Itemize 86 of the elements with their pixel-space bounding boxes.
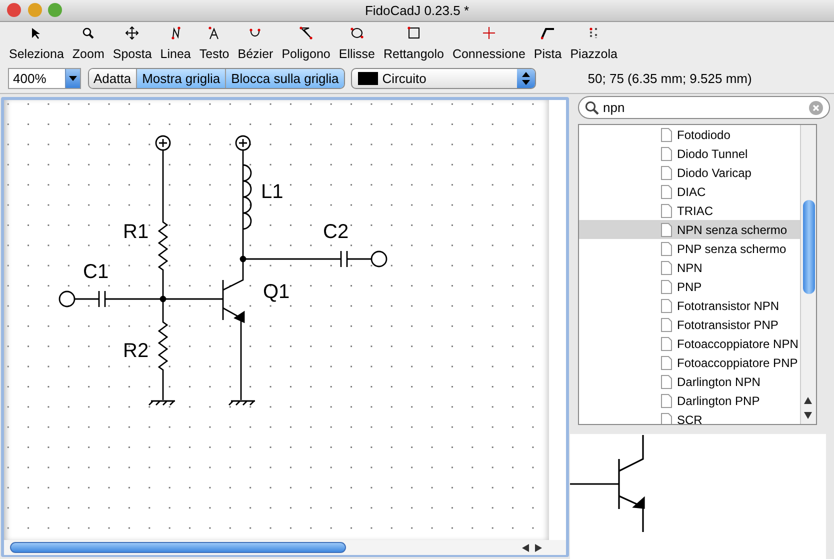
zoom-button[interactable] [48,3,62,17]
library-item[interactable]: SCR [579,410,801,424]
scroll-thumb[interactable] [803,200,815,294]
component-label: C2 [323,221,349,243]
cursor-coordinates: 50; 75 (6.35 mm; 9.525 mm) [588,70,752,88]
search-icon [585,100,599,114]
minimize-button[interactable] [28,3,42,17]
cross-icon [482,26,496,40]
view-toggle-button[interactable]: Adatta [88,69,136,88]
tool-button[interactable]: Poligono [280,26,332,60]
library-item[interactable]: NPN [579,258,801,277]
component-label: R1 [123,221,149,243]
document-icon [661,280,672,294]
document-icon [661,318,672,332]
tool-button[interactable]: Testo [198,26,230,60]
library-item[interactable]: Darlington NPN [579,372,801,391]
move-arrows-icon [125,26,140,40]
document-icon [661,166,672,180]
document-icon [661,128,672,142]
layer-select[interactable]: Circuito [351,68,536,89]
window-title: FidoCadJ 0.23.5 * [364,2,470,20]
vertical-scrollbar[interactable] [800,125,816,424]
tool-button[interactable]: Pista [532,26,563,60]
scroll-up-arrow[interactable] [804,397,812,404]
document-icon [661,260,672,274]
scroll-right-arrow[interactable] [535,544,542,552]
document-icon [661,336,672,350]
tool-button[interactable]: Rettangolo [382,26,445,60]
document-icon [661,412,672,424]
scroll-left-arrow[interactable] [522,544,529,552]
ellipse-icon [350,26,364,40]
up-down-arrows-icon [522,72,530,85]
tool-button[interactable]: Linea [159,26,192,60]
tool-button[interactable]: Sposta [112,26,153,60]
magnifier-icon [81,26,96,40]
document-icon [661,374,672,388]
library-item[interactable]: DIAC [579,182,801,201]
close-button[interactable] [7,3,21,17]
scroll-down-arrow[interactable] [804,412,812,419]
document-icon [661,204,672,218]
polygon-icon [299,26,314,40]
drawing-canvas[interactable]: R1 C1 R2 L1 Q1 C2 [4,100,549,540]
tool-button[interactable]: Connessione [451,26,526,60]
document-icon [661,298,672,312]
tool-button[interactable]: Ellisse [338,26,376,60]
library-item[interactable]: NPN senza schermo [579,220,801,239]
view-toggle-button[interactable]: Mostra griglia [136,69,226,88]
library-item[interactable]: PNP [579,277,801,296]
dropdown-arrow-icon [69,76,77,81]
tool-button[interactable]: Piazzola [569,26,618,60]
clear-search-icon[interactable] [809,100,823,114]
document-icon [661,242,672,256]
track-icon [540,26,555,40]
tool-button[interactable]: Zoom [71,26,106,60]
library-item[interactable]: Diodo Tunnel [579,144,801,163]
component-label: Q1 [263,281,290,303]
document-icon [661,222,672,236]
library-item[interactable]: Darlington PNP [579,391,801,410]
library-item[interactable]: TRIAC [579,201,801,220]
library-item[interactable]: PNP senza schermo [579,239,801,258]
document-icon [661,184,672,198]
library-item[interactable]: Fototransistor NPN [579,296,801,315]
component-label: C1 [83,261,109,283]
document-icon [661,394,672,408]
library-item[interactable]: Fotoaccoppiatore PNP [579,353,801,372]
line-icon [168,26,183,40]
component-label: R2 [123,340,149,362]
tool-button[interactable]: Bézier [236,26,274,60]
library-item[interactable]: Fotoaccoppiatore NPN [579,334,801,353]
component-label: L1 [261,181,284,203]
library-tree[interactable] [578,124,817,425]
library-item[interactable]: Fotodiodo [579,125,801,144]
text-icon [207,26,222,40]
scroll-thumb[interactable] [10,542,346,553]
horizontal-scrollbar[interactable] [4,540,566,555]
zoom-combo[interactable]: 400% [8,68,81,89]
tool-button[interactable]: Seleziona [8,26,65,60]
document-icon [661,356,672,370]
library-item[interactable]: Diodo Varicap [579,163,801,182]
document-icon [661,146,672,160]
layer-name: Circuito [382,70,426,88]
search-box[interactable]: npn [578,96,830,119]
view-toggle-button[interactable]: Blocca sulla griglia [225,69,344,88]
zoom-field[interactable]: 400% [9,69,65,88]
library-item[interactable]: Fototransistor PNP [579,315,801,334]
rectangle-icon [406,26,421,40]
